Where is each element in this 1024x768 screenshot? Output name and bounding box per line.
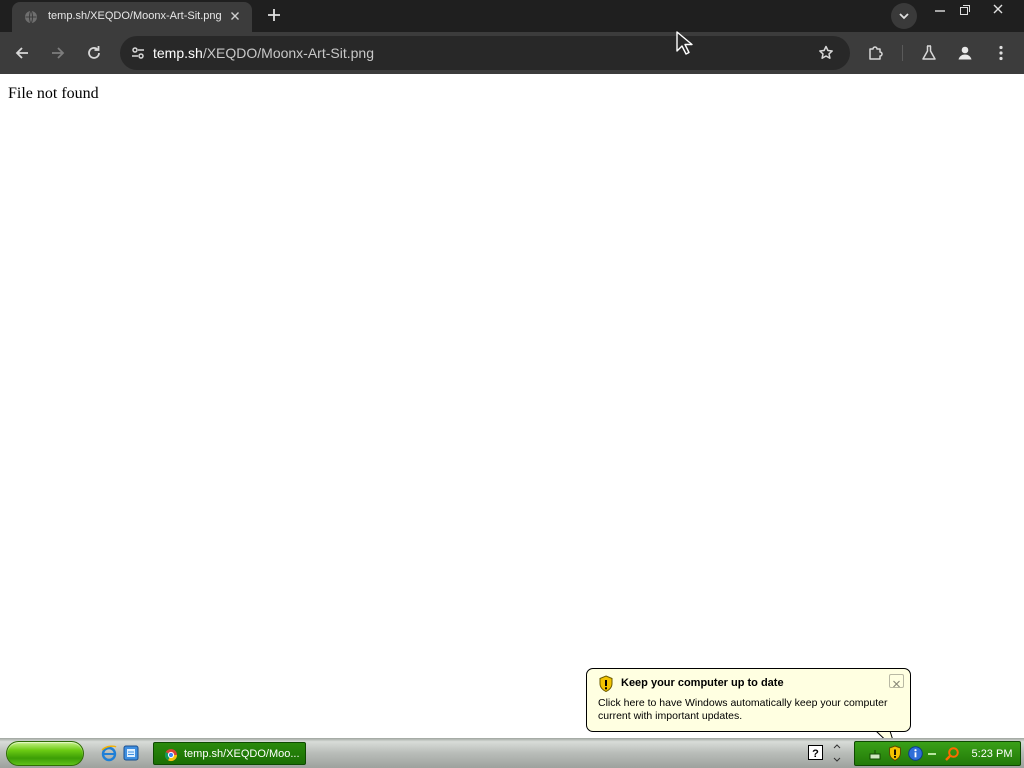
error-message: File not found <box>8 85 99 102</box>
extensions-puzzle-icon[interactable] <box>864 41 888 65</box>
new-tab-plus-icon[interactable] <box>262 3 286 27</box>
taskbar-clock: 5:23 PM <box>971 748 1013 760</box>
menu-kebab-icon[interactable] <box>989 41 1013 65</box>
chrome-icon <box>164 747 178 762</box>
labs-flask-icon[interactable] <box>917 41 941 65</box>
window-minimize-icon[interactable] <box>928 1 952 19</box>
tab-search-chevron-icon[interactable] <box>891 3 917 29</box>
url-host: temp.sh <box>153 45 203 61</box>
back-arrow-icon[interactable] <box>10 41 34 65</box>
svg-text:?: ? <box>812 748 819 760</box>
taskbar-chrome-window[interactable]: temp.sh/XEQDO/Moo... <box>153 742 306 765</box>
info-icon[interactable] <box>908 746 923 761</box>
system-tray: 5:23 PM <box>854 741 1021 766</box>
site-info-tune-icon[interactable] <box>126 41 150 65</box>
browser-tab[interactable]: temp.sh/XEQDO/Moonx-Art-Sit.png <box>12 2 252 32</box>
address-bar[interactable]: temp.sh/XEQDO/Moonx-Art-Sit.png <box>120 36 850 70</box>
search-magnifier-icon[interactable] <box>944 746 960 762</box>
mouse-cursor-icon <box>674 30 696 56</box>
window-restore-icon[interactable] <box>953 1 977 19</box>
tab-close-icon[interactable] <box>226 7 244 25</box>
start-button[interactable] <box>6 741 84 766</box>
toolbar-divider <box>902 45 903 61</box>
browser-toolbar: temp.sh/XEQDO/Moonx-Art-Sit.png <box>0 32 1024 74</box>
globe-icon <box>24 9 38 24</box>
tab-title: temp.sh/XEQDO/Moonx-Art-Sit.png <box>48 10 222 22</box>
tray-separator <box>928 753 936 755</box>
security-alert-shield-icon[interactable] <box>888 745 902 762</box>
url-path: /XEQDO/Moonx-Art-Sit.png <box>202 45 374 61</box>
taskbar-task-label: temp.sh/XEQDO/Moo... <box>184 748 300 760</box>
reload-icon[interactable] <box>82 41 106 65</box>
page-content: File not found <box>0 74 1024 738</box>
balloon-close-icon[interactable] <box>889 674 904 688</box>
show-desktop-icon[interactable] <box>122 744 140 762</box>
profile-person-icon[interactable] <box>953 41 977 65</box>
security-shield-icon <box>598 675 614 693</box>
forward-arrow-icon[interactable] <box>46 41 70 65</box>
update-notification-balloon[interactable]: Keep your computer up to date Click here… <box>586 668 911 732</box>
balloon-title: Keep your computer up to date <box>621 677 784 689</box>
balloon-body-text: Click here to have Windows automatically… <box>598 697 888 722</box>
bookmark-star-icon[interactable] <box>814 41 838 65</box>
tray-arrows-icon[interactable] <box>832 742 842 764</box>
network-icon[interactable] <box>868 747 882 761</box>
browser-tab-strip: temp.sh/XEQDO/Moonx-Art-Sit.png <box>0 0 1024 32</box>
address-url[interactable]: temp.sh/XEQDO/Moonx-Art-Sit.png <box>153 44 374 62</box>
window-close-icon[interactable] <box>978 1 1018 19</box>
internet-explorer-icon[interactable] <box>100 744 118 762</box>
help-question-icon[interactable]: ? <box>808 745 823 760</box>
